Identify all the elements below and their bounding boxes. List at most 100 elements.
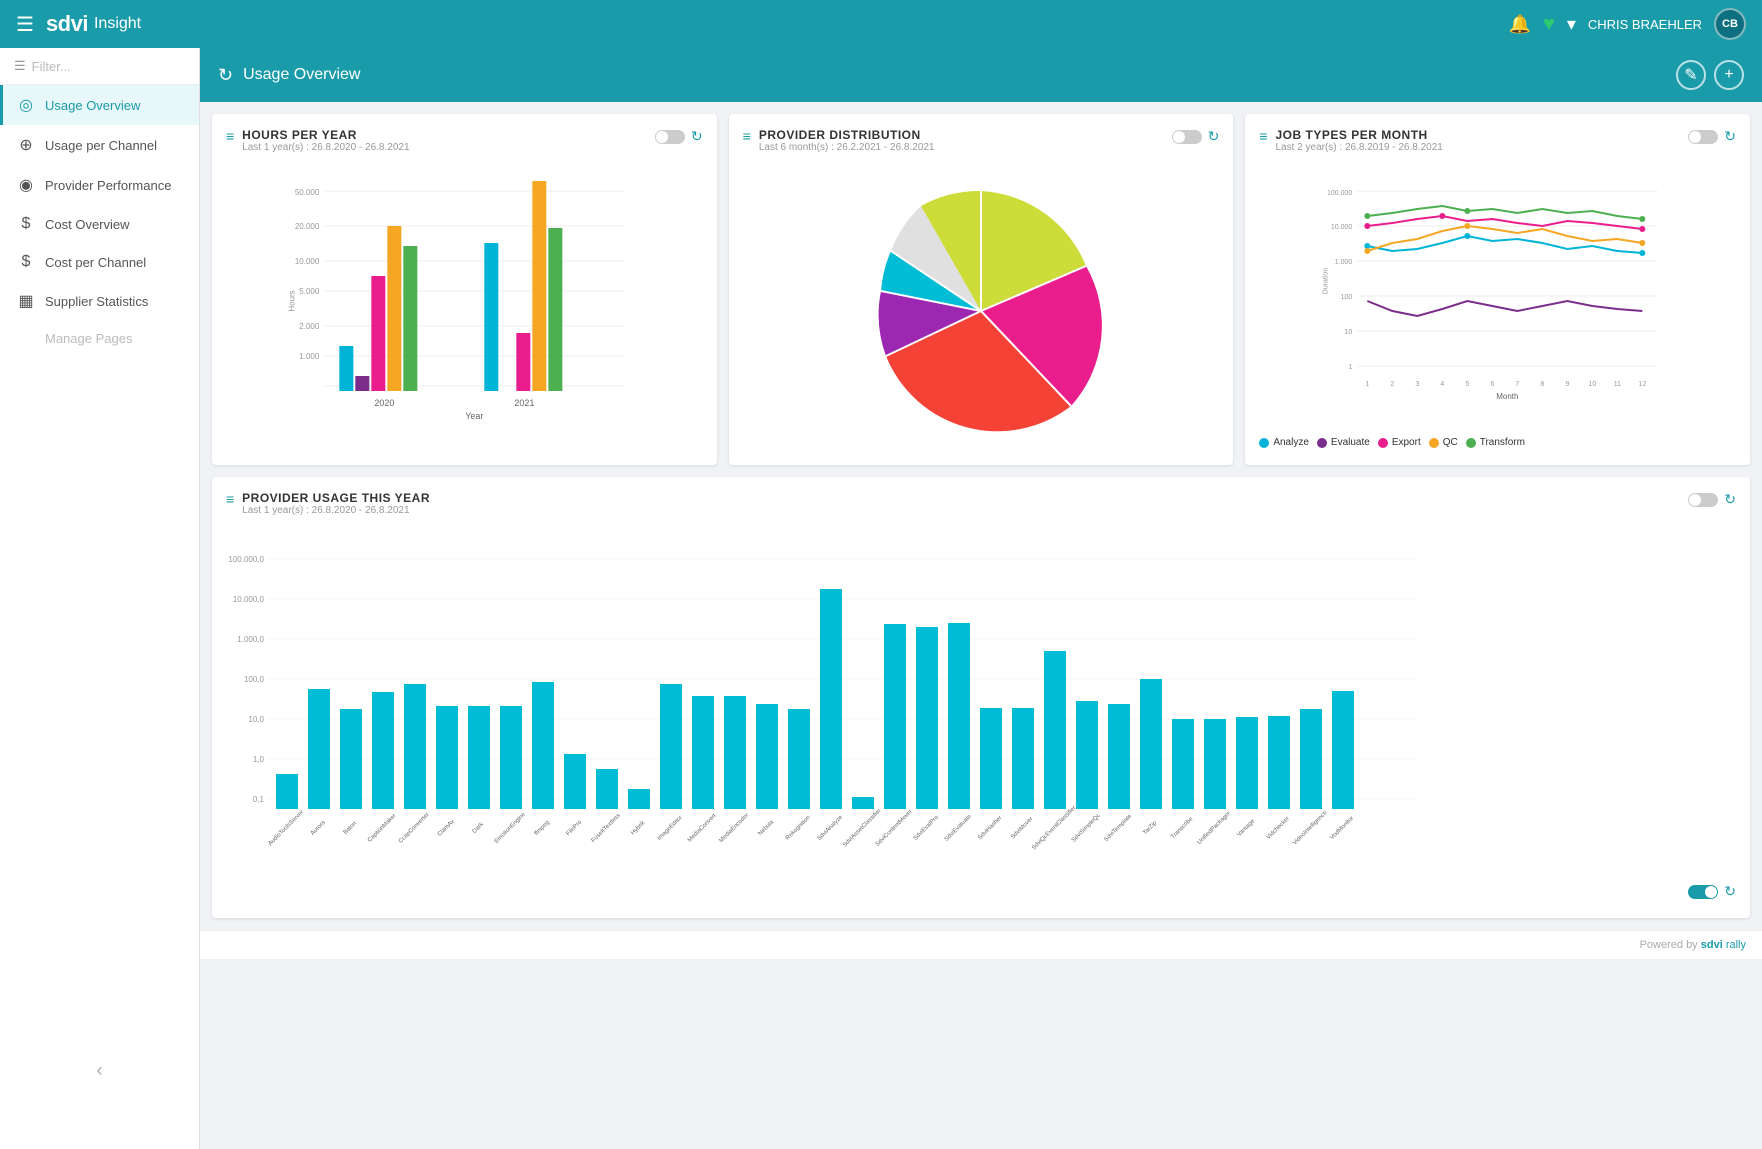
svg-text:8: 8 xyxy=(1541,381,1545,388)
job-types-actions: ↻ xyxy=(1688,128,1736,145)
provider-distribution-chart xyxy=(743,171,1220,451)
svg-text:2021: 2021 xyxy=(514,398,534,408)
provider-usage-title-group: PROVIDER USAGE THIS YEAR Last 1 year(s) … xyxy=(242,491,430,526)
svg-text:Hybrik: Hybrik xyxy=(630,819,647,836)
svg-text:10.000: 10.000 xyxy=(1331,224,1353,231)
svg-text:10.000,0: 10.000,0 xyxy=(233,595,265,604)
provider-usage-refresh-bottom[interactable]: ↻ xyxy=(1724,883,1736,900)
svg-text:SdviTemplate: SdviTemplate xyxy=(1103,813,1133,843)
job-types-subtitle: Last 2 year(s) : 26.8.2019 - 26.8.2021 xyxy=(1276,142,1443,153)
favorites-icon[interactable]: ♥ xyxy=(1543,13,1555,36)
top-navigation: ☰ sdvi Insight 🔔 ♥ ▾ CHRIS BRAEHLER CB xyxy=(0,0,1762,48)
svg-text:TarZip: TarZip xyxy=(1142,820,1158,836)
provider-distribution-header: ≡ PROVIDER DISTRIBUTION Last 6 month(s) … xyxy=(743,128,1220,163)
hours-per-year-header: ≡ HOURS PER YEAR Last 1 year(s) : 26.8.2… xyxy=(226,128,703,163)
provider-distribution-actions: ↻ xyxy=(1172,128,1220,145)
legend-qc: QC xyxy=(1429,437,1458,448)
provider-performance-icon: ◉ xyxy=(17,175,35,195)
sidebar-item-supplier-statistics[interactable]: ▦ Supplier Statistics xyxy=(0,281,199,321)
usage-per-channel-icon: ⊕ xyxy=(17,135,35,155)
svg-text:100: 100 xyxy=(1341,294,1353,301)
job-types-toggle[interactable] xyxy=(1688,130,1718,144)
chevron-down-icon[interactable]: ▾ xyxy=(1567,14,1576,35)
sidebar-item-provider-performance[interactable]: ◉ Provider Performance xyxy=(0,165,199,205)
hours-per-year-toggle[interactable] xyxy=(655,130,685,144)
job-types-chart: 100.000 10.000 1.000 100 10 1 1 2 3 4 5 … xyxy=(1259,171,1736,431)
svg-text:11: 11 xyxy=(1614,381,1621,388)
svg-text:Nebula: Nebula xyxy=(757,819,775,837)
svg-text:SdviEvalPro: SdviEvalPro xyxy=(913,814,941,842)
legend-analyze: Analyze xyxy=(1259,437,1309,448)
page-title: Usage Overview xyxy=(243,66,1666,84)
filter-label: Filter... xyxy=(32,59,71,74)
notification-icon[interactable]: 🔔 xyxy=(1509,14,1531,35)
analyze-label: Analyze xyxy=(1273,437,1309,448)
svg-text:SdviSimpleQc: SdviSimpleQc xyxy=(1071,813,1102,844)
provider-distribution-refresh[interactable]: ↻ xyxy=(1208,128,1220,145)
svg-text:10,0: 10,0 xyxy=(248,715,264,724)
provider-usage-toggle[interactable] xyxy=(1688,493,1718,507)
sidebar-item-label: Cost Overview xyxy=(45,217,130,232)
svg-text:10: 10 xyxy=(1345,329,1353,336)
footer-text: Powered by xyxy=(1640,939,1701,951)
export-dot xyxy=(1378,438,1388,448)
provider-distribution-svg xyxy=(831,171,1131,451)
sidebar-item-cost-per-channel[interactable]: $ Cost per Channel xyxy=(0,243,199,281)
sidebar-item-label: Manage Pages xyxy=(45,331,132,346)
sidebar-collapse-button[interactable]: ‹ xyxy=(0,1052,199,1089)
footer-brand-sdvi: sdvi xyxy=(1701,939,1723,951)
svg-text:4: 4 xyxy=(1441,381,1445,388)
supplier-statistics-icon: ▦ xyxy=(17,291,35,311)
svg-text:SdviQcEventClassifier: SdviQcEventClassifier xyxy=(1031,805,1077,851)
svg-text:Year: Year xyxy=(465,411,483,421)
add-button[interactable]: + xyxy=(1714,60,1744,90)
svg-text:1: 1 xyxy=(1366,381,1370,388)
job-types-per-month-card: ≡ JOB TYPES PER MONTH Last 2 year(s) : 2… xyxy=(1245,114,1750,465)
username-label: CHRIS BRAEHLER xyxy=(1588,17,1702,32)
hours-per-year-title: HOURS PER YEAR xyxy=(242,128,409,142)
svg-text:1.000: 1.000 xyxy=(1335,259,1353,266)
sidebar-item-usage-overview[interactable]: ◎ Usage Overview xyxy=(0,85,199,125)
job-types-refresh[interactable]: ↻ xyxy=(1724,128,1736,145)
filter-icon: ≡ xyxy=(226,128,234,144)
svg-text:5.000: 5.000 xyxy=(299,287,320,296)
hours-per-year-title-group: HOURS PER YEAR Last 1 year(s) : 26.8.202… xyxy=(242,128,409,163)
svg-text:100.000: 100.000 xyxy=(1327,190,1352,197)
sidebar-item-cost-overview[interactable]: $ Cost Overview xyxy=(0,205,199,243)
svg-text:Hours: Hours xyxy=(287,290,296,311)
provider-usage-card: ≡ PROVIDER USAGE THIS YEAR Last 1 year(s… xyxy=(212,477,1750,918)
header-actions: ✎ + xyxy=(1676,60,1744,90)
page-footer: Powered by sdvi rally xyxy=(200,930,1762,959)
svg-text:UnifiedPackager: UnifiedPackager xyxy=(1197,811,1232,846)
svg-text:ImageEditor: ImageEditor xyxy=(657,815,684,842)
transform-dot xyxy=(1466,438,1476,448)
filter-icon: ≡ xyxy=(1259,128,1267,144)
svg-text:Transcribe: Transcribe xyxy=(1170,816,1195,841)
svg-text:50.000: 50.000 xyxy=(295,188,320,197)
job-types-svg: 100.000 10.000 1.000 100 10 1 1 2 3 4 5 … xyxy=(1259,171,1736,431)
edit-button[interactable]: ✎ xyxy=(1676,60,1706,90)
provider-usage-toggle-bottom[interactable] xyxy=(1688,885,1718,899)
provider-usage-refresh[interactable]: ↻ xyxy=(1724,491,1736,508)
svg-text:Baton: Baton xyxy=(343,821,358,836)
sidebar-item-usage-per-channel[interactable]: ⊕ Usage per Channel xyxy=(0,125,199,165)
export-label: Export xyxy=(1392,437,1421,448)
svg-text:SdviAnalyze: SdviAnalyze xyxy=(816,814,844,842)
menu-icon[interactable]: ☰ xyxy=(16,12,34,37)
svg-text:CaptionMaker: CaptionMaker xyxy=(367,813,398,844)
evaluate-dot xyxy=(1317,438,1327,448)
svg-text:12: 12 xyxy=(1639,381,1647,388)
analyze-dot xyxy=(1259,438,1269,448)
provider-usage-scroll[interactable]: 100.000,0 10.000,0 1.000,0 100,0 10,0 1,… xyxy=(226,534,1736,879)
provider-distribution-title-group: PROVIDER DISTRIBUTION Last 6 month(s) : … xyxy=(759,128,935,163)
hours-per-year-refresh[interactable]: ↻ xyxy=(691,128,703,145)
svg-text:10.000: 10.000 xyxy=(295,257,320,266)
provider-distribution-toggle[interactable] xyxy=(1172,130,1202,144)
svg-text:5: 5 xyxy=(1466,381,1470,388)
filter-icon: ≡ xyxy=(743,128,751,144)
avatar[interactable]: CB xyxy=(1714,8,1746,40)
provider-usage-subtitle: Last 1 year(s) : 26.8.2020 - 26.8.2021 xyxy=(242,505,430,516)
qc-label: QC xyxy=(1443,437,1458,448)
sidebar-item-label: Usage per Channel xyxy=(45,138,157,153)
svg-text:CcapConverter: CcapConverter xyxy=(398,812,431,845)
